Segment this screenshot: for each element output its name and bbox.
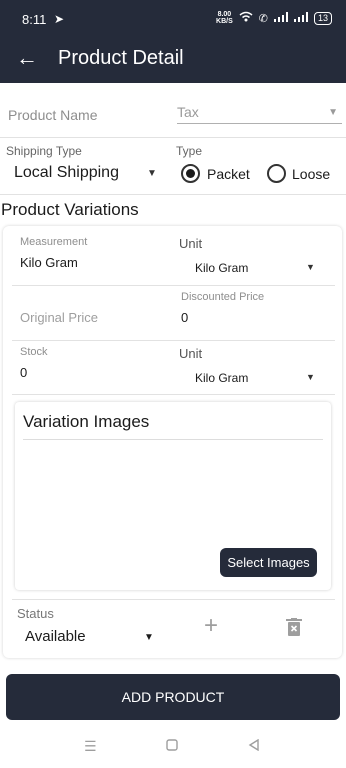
add-product-button[interactable]: ADD PRODUCT	[6, 674, 340, 720]
product-name-input[interactable]: Product Name	[8, 107, 97, 123]
app-bar: ← Product Detail	[0, 36, 346, 83]
divider	[23, 439, 323, 440]
status-dropdown[interactable]: Available	[25, 628, 86, 645]
page-title: Product Detail	[58, 47, 184, 69]
call-icon: ✆	[258, 12, 268, 25]
nav-menu-icon[interactable]: ☰	[84, 738, 97, 755]
trash-icon[interactable]	[286, 618, 302, 641]
divider	[12, 599, 335, 600]
battery-icon: 13	[313, 11, 332, 25]
divider	[0, 194, 346, 195]
unit-label: Unit	[179, 346, 203, 361]
nav-back-icon[interactable]	[248, 738, 260, 754]
radio-packet-label[interactable]: Packet	[207, 166, 250, 182]
unit-dropdown[interactable]: Kilo Gram	[195, 261, 248, 275]
dropdown-arrow-icon[interactable]: ▼	[144, 632, 154, 643]
plus-icon[interactable]: +	[204, 614, 218, 638]
divider	[12, 394, 335, 395]
status-icons: 8.00 KB/S ✆ 13	[216, 11, 332, 25]
status-label: Status	[17, 606, 54, 621]
shipping-type-dropdown[interactable]: Local Shipping	[14, 164, 119, 182]
discounted-price-label: Discounted Price	[181, 291, 265, 303]
shipping-type-label: Shipping Type	[6, 144, 82, 158]
section-title-variations: Product Variations	[1, 200, 139, 219]
signal-icon-2	[293, 11, 308, 25]
dropdown-arrow-icon[interactable]: ▼	[147, 168, 157, 179]
dropdown-arrow-icon[interactable]: ▼	[306, 262, 315, 272]
divider	[12, 285, 335, 286]
system-nav-bar: ☰	[0, 728, 346, 768]
divider	[0, 137, 346, 138]
unit-label: Unit	[179, 236, 203, 251]
nav-home-icon[interactable]	[166, 738, 178, 754]
variation-images-title: Variation Images	[23, 412, 150, 431]
speed-unit: KB/S	[216, 18, 233, 25]
status-bar: 8:11 ➤ 8.00 KB/S ✆ 13	[0, 0, 346, 36]
unit-dropdown[interactable]: Kilo Gram	[195, 371, 248, 385]
discounted-price-input[interactable]: 0	[181, 310, 188, 325]
signal-icon	[273, 11, 288, 25]
wifi-icon	[239, 11, 253, 25]
stock-input[interactable]: 0	[20, 365, 27, 380]
measurement-input[interactable]: Kilo Gram	[20, 255, 78, 270]
type-label: Type	[176, 144, 203, 158]
tax-placeholder: Tax	[177, 104, 199, 120]
back-arrow-icon[interactable]: ←	[16, 45, 38, 71]
speed-value: 8.00	[217, 11, 232, 18]
divider	[12, 340, 335, 341]
radio-loose[interactable]	[267, 164, 286, 183]
status-time: 8:11	[22, 12, 47, 27]
tax-dropdown[interactable]: Tax ▼	[177, 104, 342, 124]
stock-label: Stock	[20, 346, 48, 358]
telegram-icon: ➤	[54, 12, 65, 26]
network-speed: 8.00 KB/S	[216, 11, 233, 25]
measurement-label: Measurement	[20, 236, 88, 248]
select-images-button[interactable]: Select Images	[220, 548, 317, 577]
radio-packet[interactable]	[181, 164, 200, 183]
original-price-input[interactable]: Original Price	[20, 310, 98, 325]
variation-images-card: Variation Images Select Images	[15, 402, 331, 590]
dropdown-arrow-icon: ▼	[328, 107, 338, 118]
dropdown-arrow-icon[interactable]: ▼	[306, 372, 315, 382]
radio-loose-label[interactable]: Loose	[292, 166, 330, 182]
